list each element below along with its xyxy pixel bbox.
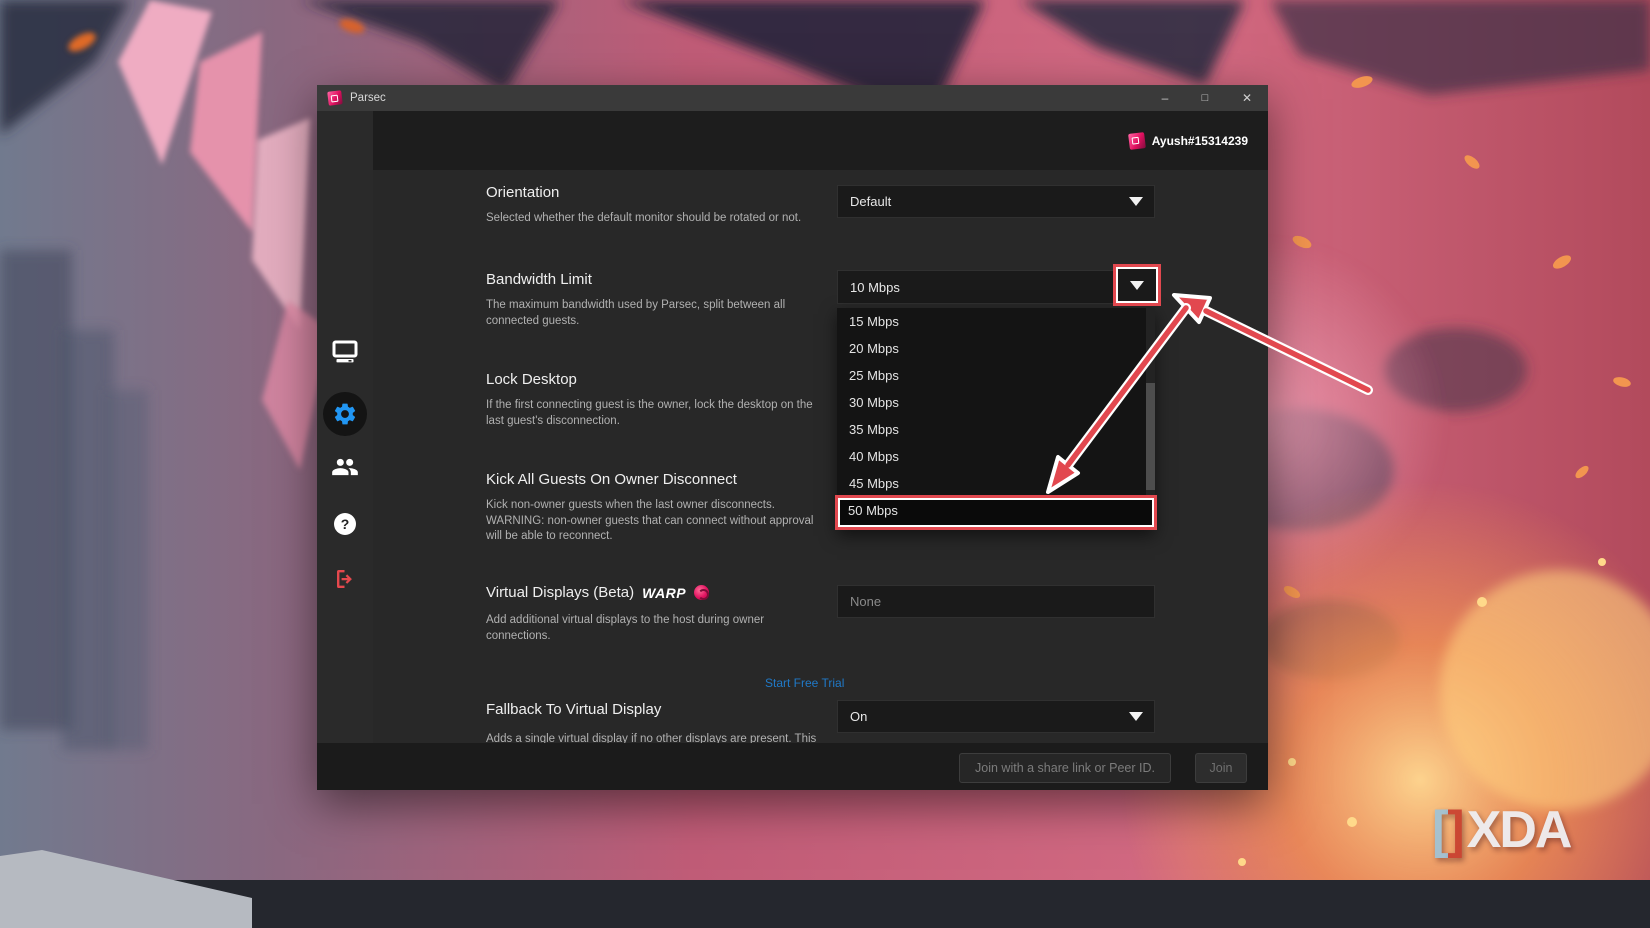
dropdown-option-highlighted[interactable]: 50 Mbps: [838, 498, 1154, 523]
dropdown-option[interactable]: 30 Mbps: [837, 389, 1155, 416]
xda-text: XDA: [1466, 801, 1573, 859]
bandwidth-options: 15 Mbps 20 Mbps 25 Mbps 30 Mbps 35 Mbps 40 Mb…: [837, 308, 1155, 497]
sidebar: ?: [317, 111, 373, 743]
fallback-description: Adds a single virtual display if no othe…: [486, 733, 817, 743]
dropdown-option[interactable]: 35 Mbps: [837, 416, 1155, 443]
annotation-box-50mbps: 50 Mbps: [835, 495, 1157, 530]
kick-all-guests-description: Kick non-owner guests when the last owne…: [486, 499, 814, 542]
chevron-down-icon: [1129, 712, 1143, 721]
bandwidth-description: The maximum bandwidth used by Parsec, sp…: [486, 299, 786, 327]
virtual-displays-label: Virtual Displays (Beta): [486, 584, 635, 601]
bottom-bar: Join: [317, 743, 1268, 790]
bandwidth-value: 10 Mbps: [850, 279, 900, 295]
virtual-displays-value: None: [850, 594, 882, 609]
sidebar-item-computers[interactable]: [317, 330, 373, 374]
dropdown-option[interactable]: 20 Mbps: [837, 335, 1155, 362]
bandwidth-label: Bandwidth Limit: [486, 271, 592, 288]
dropdown-option[interactable]: 15 Mbps: [837, 308, 1155, 335]
parsec-logo-icon: [327, 90, 343, 106]
maximize-button[interactable]: □: [1185, 85, 1225, 111]
window-title: Parsec: [350, 92, 386, 104]
orientation-description: Selected whether the default monitor sho…: [486, 212, 802, 224]
minimize-button[interactable]: –: [1145, 85, 1185, 111]
parsec-logo-icon: [1127, 132, 1146, 150]
dropdown-option[interactable]: 45 Mbps: [837, 470, 1155, 497]
screenshot-canvas: []XDA Parsec – □ ✕ Ayush#15314239 ? Orie…: [0, 0, 1650, 928]
sidebar-item-logout[interactable]: [317, 557, 373, 601]
sidebar-item-settings[interactable]: [317, 392, 373, 436]
close-button[interactable]: ✕: [1227, 85, 1267, 111]
kick-all-guests-label: Kick All Guests On Owner Disconnect: [486, 471, 737, 488]
start-free-trial-link[interactable]: Start Free Trial: [765, 676, 844, 690]
logout-icon: [337, 570, 352, 588]
orientation-dropdown[interactable]: Default: [837, 185, 1155, 218]
xda-bracket-left: [: [1432, 801, 1449, 859]
xda-bracket-right: ]: [1447, 801, 1464, 859]
lock-desktop-label: Lock Desktop: [486, 371, 577, 388]
svg-text:?: ?: [341, 516, 350, 532]
window-titlebar: Parsec – □ ✕: [317, 85, 1268, 111]
virtual-displays-description: Add additional virtual displays to the h…: [486, 614, 765, 642]
join-button[interactable]: Join: [1195, 753, 1247, 783]
scrollbar-thumb[interactable]: [1146, 383, 1155, 490]
virtual-displays-title-row: Virtual Displays (Beta) WARP: [486, 584, 710, 601]
gear-icon: [334, 403, 356, 425]
chevron-down-icon: [1130, 280, 1144, 290]
bandwidth-dropdown[interactable]: 10 Mbps: [837, 270, 1155, 304]
orientation-label: Orientation: [486, 184, 560, 201]
dropdown-option[interactable]: 25 Mbps: [837, 362, 1155, 389]
fallback-label: Fallback To Virtual Display: [486, 701, 662, 718]
fallback-value: On: [850, 709, 868, 724]
sidebar-item-help[interactable]: ?: [317, 502, 373, 546]
question-icon: ?: [334, 513, 356, 535]
join-input[interactable]: [959, 753, 1171, 783]
chevron-down-icon: [1129, 197, 1143, 206]
fallback-dropdown[interactable]: On: [837, 700, 1155, 733]
dropdown-option[interactable]: 40 Mbps: [837, 443, 1155, 470]
computer-icon: [332, 340, 358, 363]
lock-desktop-description: If the first connecting guest is the own…: [486, 399, 813, 427]
virtual-displays-field[interactable]: None: [837, 585, 1155, 618]
sidebar-item-friends[interactable]: [317, 445, 373, 489]
xda-watermark: []XDA: [1432, 800, 1573, 860]
warp-badge: WARP: [642, 584, 687, 601]
user-badge[interactable]: Ayush#15314239: [1127, 131, 1248, 151]
parsec-window: Parsec – □ ✕ Ayush#15314239 ? Orientatio…: [317, 85, 1268, 790]
settings-panel: Orientation Selected whether the default…: [373, 170, 1268, 743]
annotation-box-dropdown-caret[interactable]: [1113, 264, 1161, 306]
people-icon: [332, 458, 358, 476]
orientation-value: Default: [850, 194, 892, 209]
username: Ayush#15314239: [1151, 134, 1248, 148]
warp-swirl-icon: [694, 585, 710, 600]
